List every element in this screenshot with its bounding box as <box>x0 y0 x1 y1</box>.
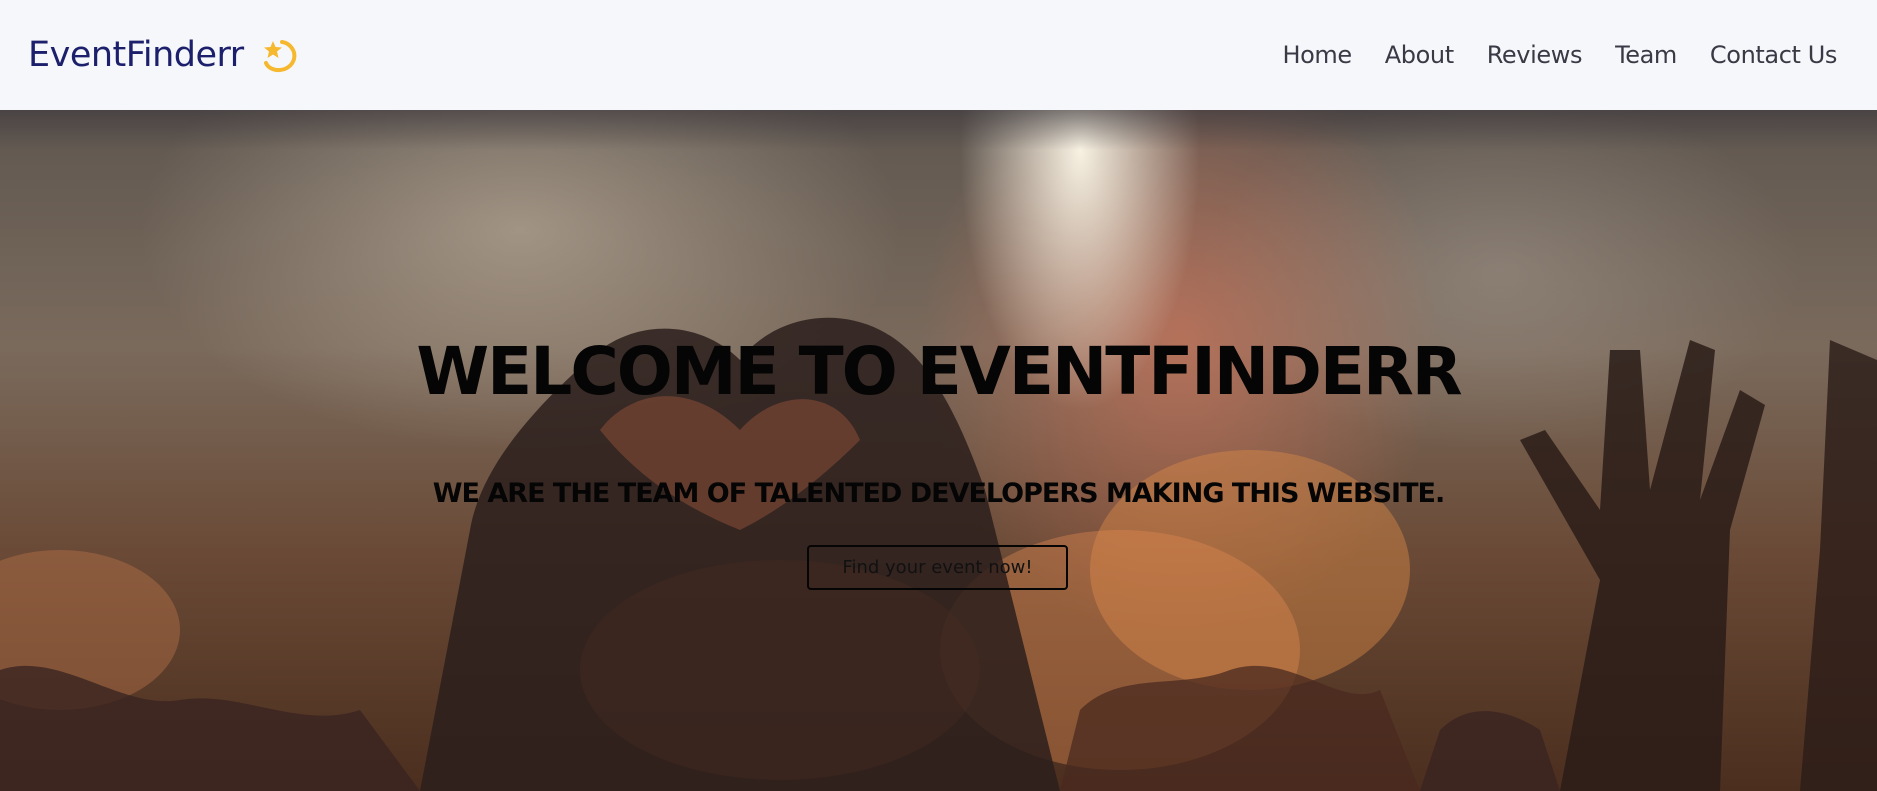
nav-menu: Home About Reviews Team Contact Us <box>1282 41 1837 69</box>
brand-logo-link[interactable]: EventFinderr <box>28 33 300 77</box>
shooting-star-icon <box>256 33 300 77</box>
hero-title: WELCOME TO EVENTFINDERR <box>416 333 1462 410</box>
nav-about-link[interactable]: About <box>1385 41 1454 69</box>
nav-home-link[interactable]: Home <box>1282 41 1352 69</box>
hero-section: WELCOME TO EVENTFINDERR WE ARE THE TEAM … <box>0 110 1877 791</box>
find-event-button[interactable]: Find your event now! <box>807 545 1068 590</box>
brand-name: EventFinderr <box>28 35 244 75</box>
nav-reviews-link[interactable]: Reviews <box>1487 41 1583 69</box>
nav-team-link[interactable]: Team <box>1615 41 1677 69</box>
hero-subtitle: WE ARE THE TEAM OF TALENTED DEVELOPERS M… <box>432 478 1445 509</box>
navbar: EventFinderr Home About Reviews Team Con… <box>0 0 1877 110</box>
nav-contact-link[interactable]: Contact Us <box>1710 41 1837 69</box>
hero-background-image <box>0 317 1877 791</box>
